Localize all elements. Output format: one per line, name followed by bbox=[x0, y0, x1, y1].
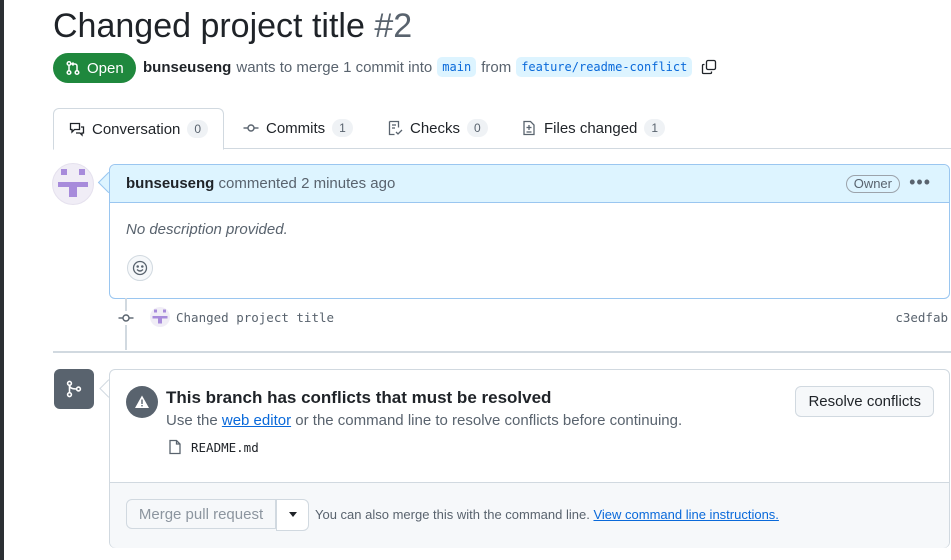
conflict-file-name: README.md bbox=[191, 439, 259, 455]
pr-author-link[interactable]: bunseuseng bbox=[143, 59, 231, 76]
tab-files-changed[interactable]: Files changed 1 bbox=[521, 108, 666, 148]
tab-checks[interactable]: Checks 0 bbox=[387, 108, 488, 148]
file-icon bbox=[169, 439, 181, 455]
conflict-file-row: README.md bbox=[167, 439, 259, 455]
comment-timestamp[interactable]: 2 minutes ago bbox=[301, 175, 395, 192]
base-branch[interactable]: main bbox=[437, 57, 477, 77]
window-edge bbox=[0, 0, 4, 560]
pr-number: #2 bbox=[374, 7, 413, 45]
git-commit-icon bbox=[118, 311, 134, 325]
comment-header: bunseuseng commented 2 minutes ago Owner… bbox=[110, 165, 949, 203]
desc-prefix: Use the bbox=[166, 412, 218, 429]
git-branch-icon bbox=[66, 380, 82, 398]
commit-message-link[interactable]: Changed project title bbox=[176, 310, 334, 325]
timeline-divider bbox=[53, 351, 951, 353]
comment-discussion-icon bbox=[69, 122, 85, 137]
kebab-menu-icon[interactable]: ••• bbox=[909, 173, 931, 191]
pr-state-badge: Open bbox=[53, 53, 136, 83]
comment-meta: bunseuseng commented 2 minutes ago bbox=[126, 175, 395, 192]
merge-method-dropdown[interactable] bbox=[276, 499, 309, 531]
triangle-down-icon bbox=[288, 512, 297, 517]
tab-count: 1 bbox=[644, 119, 666, 137]
pr-description-comment: bunseuseng commented 2 minutes ago Owner… bbox=[109, 164, 950, 299]
checklist-icon bbox=[388, 120, 403, 136]
git-commit-icon bbox=[243, 124, 259, 132]
from-text: from bbox=[481, 58, 512, 76]
merge-note: You can also merge this with the command… bbox=[315, 507, 779, 522]
commit-avatar[interactable] bbox=[150, 307, 170, 327]
head-branch[interactable]: feature/readme-conflict bbox=[516, 57, 693, 77]
merge-footer: Merge pull request You can also merge th… bbox=[110, 482, 949, 548]
tab-conversation[interactable]: Conversation 0 bbox=[53, 108, 225, 150]
smiley-icon bbox=[132, 260, 148, 276]
merge-note-text: You can also merge this with the command… bbox=[315, 507, 590, 522]
git-pull-request-icon bbox=[66, 60, 80, 76]
merge-box: This branch has conflicts that must be r… bbox=[109, 369, 950, 548]
pr-meta: bunseuseng wants to merge 1 commit into … bbox=[143, 57, 717, 77]
commit-sha-link[interactable]: c3edfab bbox=[895, 310, 948, 325]
pr-state-label: Open bbox=[87, 59, 124, 77]
web-editor-link[interactable]: web editor bbox=[222, 412, 291, 429]
pr-title: Changed project title bbox=[53, 7, 365, 45]
tab-commits[interactable]: Commits 1 bbox=[243, 108, 353, 148]
comment-action: commented bbox=[218, 175, 297, 192]
copy-icon[interactable] bbox=[701, 59, 717, 75]
merge-status-icon-box bbox=[54, 369, 94, 409]
comment-author-link[interactable]: bunseuseng bbox=[126, 175, 214, 192]
tab-count: 0 bbox=[467, 119, 488, 137]
tab-label: Files changed bbox=[544, 119, 638, 137]
conflict-title: This branch has conflicts that must be r… bbox=[166, 388, 552, 407]
resolve-conflicts-button[interactable]: Resolve conflicts bbox=[795, 386, 934, 417]
file-diff-icon bbox=[523, 120, 535, 136]
alert-icon bbox=[126, 386, 158, 418]
page-title: Changed project title #2 bbox=[53, 4, 412, 48]
command-line-instructions-link[interactable]: View command line instructions. bbox=[593, 507, 778, 522]
avatar[interactable] bbox=[52, 163, 94, 205]
comment-body: No description provided. bbox=[126, 221, 288, 238]
merge-text: wants to merge 1 commit into bbox=[236, 58, 433, 76]
desc-suffix: or the command line to resolve conflicts… bbox=[295, 412, 683, 429]
identicon-avatar-icon bbox=[152, 309, 168, 324]
conflict-description: Use the web editor or the command line t… bbox=[166, 412, 682, 429]
tab-label: Commits bbox=[266, 119, 326, 137]
add-reaction-button[interactable] bbox=[127, 255, 153, 281]
tab-label: Checks bbox=[410, 119, 461, 137]
merge-pull-request-button[interactable]: Merge pull request bbox=[126, 499, 276, 529]
identicon-avatar-icon bbox=[58, 169, 88, 197]
pr-tabs: Conversation 0 Commits 1 Checks 0 Files … bbox=[53, 108, 951, 150]
tab-label: Conversation bbox=[92, 120, 181, 138]
owner-badge: Owner bbox=[845, 175, 900, 193]
tab-count: 0 bbox=[187, 120, 209, 138]
tab-count: 1 bbox=[332, 119, 353, 137]
